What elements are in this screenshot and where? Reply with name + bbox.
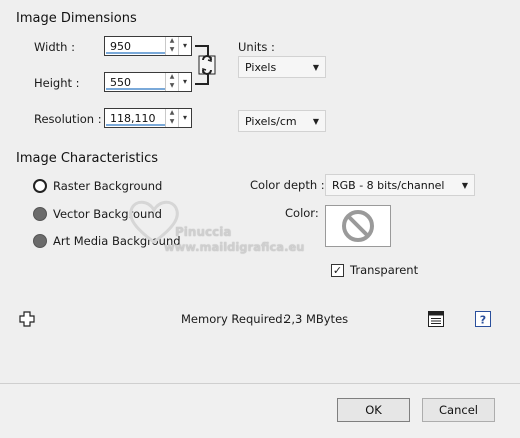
width-value[interactable]: 950 (106, 38, 165, 54)
width-spinbox[interactable]: 950 ▲ ▼ ▾ (104, 36, 192, 56)
resolution-spinbox[interactable]: 118,110 ▲ ▼ ▾ (104, 108, 192, 128)
vector-radio[interactable] (33, 207, 47, 221)
help-icon[interactable]: ? (475, 311, 491, 327)
units-label: Units : (238, 40, 275, 54)
color-swatch[interactable] (325, 205, 391, 247)
cancel-button[interactable]: Cancel (422, 398, 495, 422)
heart-watermark-icon (129, 200, 179, 244)
resolution-units-value: Pixels/cm (245, 114, 297, 128)
height-dropdown-arrow[interactable]: ▾ (178, 73, 191, 91)
svg-text:?: ? (480, 314, 486, 327)
preset-list-icon[interactable] (427, 310, 445, 328)
chevron-down-icon: ▼ (461, 180, 468, 190)
raster-background-option[interactable]: Raster Background (33, 179, 162, 193)
chevron-down-icon: ▼ (312, 116, 319, 126)
footer-divider (0, 383, 520, 384)
resolution-spin-arrows[interactable]: ▲ ▼ (165, 109, 178, 127)
color-depth-label: Color depth : (250, 178, 325, 192)
units-value: Pixels (245, 60, 277, 74)
resolution-units-dropdown[interactable]: Pixels/cm ▼ (238, 110, 326, 132)
image-characteristics-heading: Image Characteristics (16, 151, 159, 166)
transparent-label[interactable]: Transparent (350, 263, 418, 277)
no-color-icon (342, 210, 374, 242)
color-depth-dropdown[interactable]: RGB - 8 bits/channel ▼ (325, 174, 475, 196)
resolution-dropdown-arrow[interactable]: ▾ (178, 109, 191, 127)
raster-label[interactable]: Raster Background (53, 179, 162, 193)
height-spin-arrows[interactable]: ▲ ▼ (165, 73, 178, 91)
color-label: Color: (285, 206, 319, 220)
width-label: Width : (34, 40, 75, 54)
transparent-option[interactable]: ✓ Transparent (331, 263, 418, 277)
art-media-radio[interactable] (33, 234, 47, 248)
color-depth-value: RGB - 8 bits/channel (332, 178, 445, 192)
width-spin-arrows[interactable]: ▲ ▼ (165, 37, 178, 55)
memory-required-value: 2,3 MBytes (284, 312, 349, 326)
watermark-name: Pinuccia (175, 225, 232, 239)
resolution-value[interactable]: 118,110 (106, 110, 165, 126)
height-spinbox[interactable]: 550 ▲ ▼ ▾ (104, 72, 192, 92)
height-label: Height : (34, 76, 80, 90)
raster-radio[interactable] (33, 179, 47, 193)
move-cross-icon[interactable] (19, 311, 35, 327)
ok-button[interactable]: OK (337, 398, 410, 422)
chain-link-icon[interactable] (194, 44, 220, 86)
width-dropdown-arrow[interactable]: ▾ (178, 37, 191, 55)
resolution-label: Resolution : (34, 112, 102, 126)
height-value[interactable]: 550 (106, 74, 165, 90)
watermark-url: www.maildigrafica.eu (164, 240, 305, 254)
memory-required-label: Memory Required: (181, 312, 287, 326)
chevron-down-icon: ▼ (312, 62, 319, 72)
image-dimensions-heading: Image Dimensions (16, 11, 137, 26)
units-dropdown[interactable]: Pixels ▼ (238, 56, 326, 78)
transparent-checkbox[interactable]: ✓ (331, 263, 344, 277)
